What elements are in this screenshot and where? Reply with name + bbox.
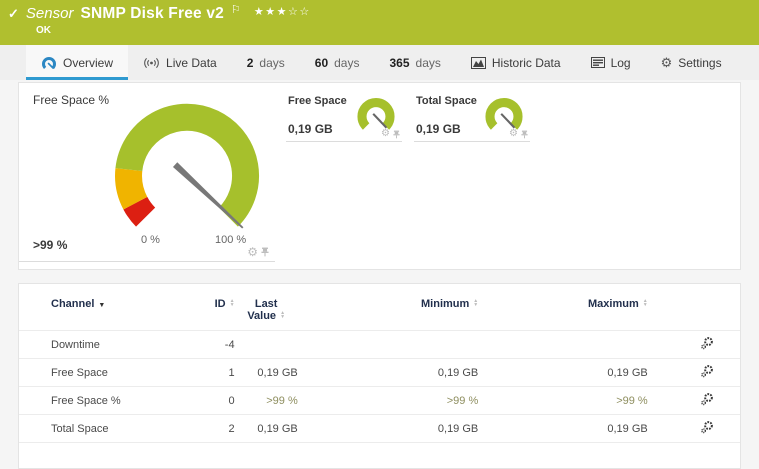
tab-settings[interactable]: ⚙ Settings xyxy=(646,45,737,80)
table-row-free-space-percent: Free Space % 0 >99 % >99 % >99 % xyxy=(19,386,740,415)
channel-settings-gears-icon[interactable] xyxy=(700,336,714,350)
sensor-header: ✓ Sensor SNMP Disk Free v2 ⚐ ★★★☆☆ OK xyxy=(0,0,759,45)
tab-number: 365 xyxy=(389,55,410,70)
tab-label: Live Data xyxy=(166,55,217,70)
pin-icon[interactable] xyxy=(393,130,400,139)
channel-name: Total Space xyxy=(19,414,192,443)
channel-minimum: 0,19 GB xyxy=(297,358,479,387)
panel-gear-icon[interactable]: ⚙ xyxy=(247,246,258,258)
log-icon xyxy=(590,57,605,68)
column-header-maximum[interactable]: Maximum ▲ ▼ xyxy=(478,298,648,331)
pin-icon[interactable] xyxy=(261,247,269,257)
channel-minimum: 0,19 GB xyxy=(297,414,479,443)
tab-number: 2 xyxy=(246,55,254,70)
stars-empty: ☆☆ xyxy=(287,6,311,18)
gauge-icon xyxy=(42,56,56,69)
channel-last-value: 0,19 GB xyxy=(234,414,298,443)
tab-label: Settings xyxy=(678,55,722,70)
channel-last-value xyxy=(234,330,298,359)
sort-icon: ▲ ▼ xyxy=(473,298,479,309)
tab-60-days[interactable]: 60 days xyxy=(300,45,375,80)
area-chart-icon xyxy=(470,56,486,69)
table-row-downtime: Downtime -4 xyxy=(19,330,740,359)
small-gauge-value: 0,19 GB xyxy=(288,122,333,136)
object-kind-label: Sensor xyxy=(25,5,74,22)
channel-name: Free Space % xyxy=(19,386,192,415)
channel-settings-gears-icon[interactable] xyxy=(700,420,714,434)
tab-label: days xyxy=(415,55,441,70)
gauge-scale-max: 100 % xyxy=(215,234,247,246)
tab-overview[interactable]: Overview xyxy=(26,45,129,80)
tab-label: Historic Data xyxy=(491,55,561,70)
tab-label: Log xyxy=(610,55,631,70)
tab-historic-data[interactable]: Historic Data xyxy=(456,45,576,80)
sort-icon: ▲ ▼ xyxy=(280,310,286,321)
column-header-id[interactable]: ID ▲ ▼ xyxy=(191,298,235,331)
small-gauge-value: 0,19 GB xyxy=(416,122,461,136)
gauge-scale-min: 0 % xyxy=(141,234,160,246)
status-check-icon: ✓ xyxy=(8,6,19,21)
channel-id: -4 xyxy=(191,330,235,359)
tab-label: Overview xyxy=(63,55,114,70)
channels-table: Channel ▼ ID ▲ ▼ Last Value ▲ ▼ Minimum ▲ ▼ Maxi… xyxy=(19,298,740,443)
sorted-icon: ▼ xyxy=(98,302,106,309)
column-header-last-value[interactable]: Last Value ▲ ▼ xyxy=(235,298,298,331)
channel-maximum: 0,19 GB xyxy=(478,358,648,387)
column-header-minimum[interactable]: Minimum ▲ ▼ xyxy=(298,298,479,331)
tab-live-data[interactable]: Live Data xyxy=(128,45,232,80)
tab-number: 60 xyxy=(314,55,329,70)
gear-icon: ⚙ xyxy=(660,55,673,70)
sensor-page: ✓ Sensor SNMP Disk Free v2 ⚐ ★★★☆☆ OK Ov… xyxy=(0,0,759,469)
free-space-gauge-panel: Free Space 0,19 GB ⚙ xyxy=(286,89,402,142)
tab-log[interactable]: Log xyxy=(576,45,646,80)
table-header-row: Channel ▼ ID ▲ ▼ Last Value ▲ ▼ Minimum ▲ ▼ Maxi… xyxy=(19,298,740,331)
sort-icon: ▲ ▼ xyxy=(642,298,648,309)
channel-minimum xyxy=(297,330,479,359)
channel-maximum xyxy=(478,330,648,359)
tab-bar: Overview Live Data 2 days 60 days 365 da… xyxy=(0,45,759,80)
channel-id: 2 xyxy=(191,414,235,443)
table-row-total-space: Total Space 2 0,19 GB 0,19 GB 0,19 GB xyxy=(19,414,740,443)
channel-name: Free Space xyxy=(19,358,192,387)
channels-table-panel: Channel ▼ ID ▲ ▼ Last Value ▲ ▼ Minimum ▲ ▼ Maxi… xyxy=(18,283,741,469)
channel-settings-gears-icon[interactable] xyxy=(700,392,714,406)
channel-maximum: 0,19 GB xyxy=(478,414,648,443)
tab-365-days[interactable]: 365 days xyxy=(374,45,455,80)
flag-icon[interactable]: ⚐ xyxy=(231,3,241,16)
channel-id: 1 xyxy=(191,358,235,387)
pin-icon[interactable] xyxy=(521,130,528,139)
sort-icon: ▲ ▼ xyxy=(229,298,235,309)
broadcast-icon xyxy=(144,57,159,68)
channel-last-value: >99 % xyxy=(234,386,298,415)
channel-settings-gears-icon[interactable] xyxy=(700,364,714,378)
channel-last-value: 0,19 GB xyxy=(234,358,298,387)
column-header-channel[interactable]: Channel ▼ xyxy=(19,298,191,331)
panel-gear-icon[interactable]: ⚙ xyxy=(509,129,518,139)
page-title: SNMP Disk Free v2 xyxy=(80,5,224,22)
gauges-section: Free Space % 0 % 100 % >99 % ⚙ Free Spac… xyxy=(18,82,741,270)
channel-minimum: >99 % xyxy=(297,386,479,415)
small-gauge-title: Total Space xyxy=(416,95,477,107)
stars-filled: ★★★ xyxy=(253,6,288,18)
panel-tools: ⚙ xyxy=(247,246,269,258)
small-gauge-title: Free Space xyxy=(288,95,347,107)
tab-label: days xyxy=(259,55,285,70)
table-row-free-space: Free Space 1 0,19 GB 0,19 GB 0,19 GB xyxy=(19,358,740,387)
tab-2-days[interactable]: 2 days xyxy=(232,45,300,80)
channel-id: 0 xyxy=(191,386,235,415)
tab-label: days xyxy=(334,55,360,70)
primary-gauge-panel: Free Space % 0 % 100 % >99 % ⚙ xyxy=(19,83,275,262)
channel-name: Downtime xyxy=(19,330,192,359)
panel-tools: ⚙ xyxy=(381,129,400,139)
free-space-percent-gauge xyxy=(115,103,259,229)
panel-gear-icon[interactable]: ⚙ xyxy=(381,129,390,139)
panel-tools: ⚙ xyxy=(509,129,528,139)
priority-stars[interactable]: ★★★☆☆ xyxy=(254,5,311,18)
status-badge: OK xyxy=(36,25,51,36)
column-header-tools xyxy=(648,298,740,331)
primary-gauge-value: >99 % xyxy=(33,238,68,252)
channel-maximum: >99 % xyxy=(478,386,648,415)
total-space-gauge-panel: Total Space 0,19 GB ⚙ xyxy=(414,89,530,142)
